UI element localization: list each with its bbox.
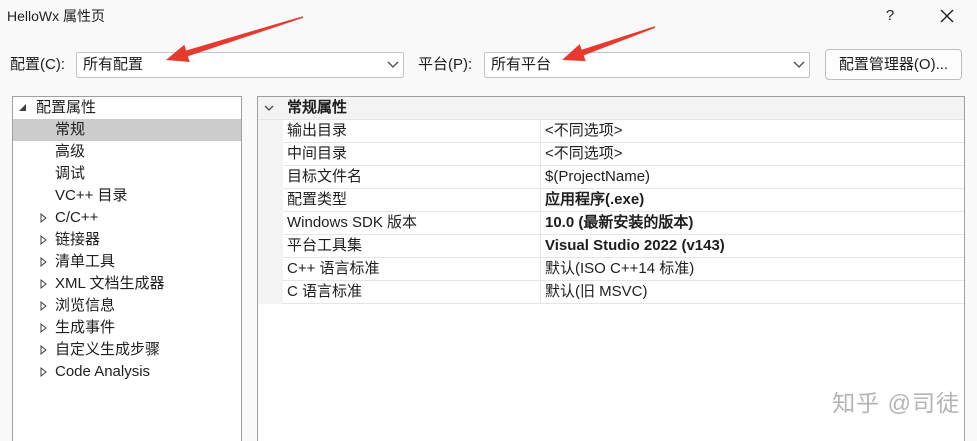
tree-item-label: XML 文档生成器 [55, 275, 165, 292]
row-margin [258, 143, 283, 166]
tree-item-label: Code Analysis [55, 363, 151, 380]
property-name: C++ 语言标准 [283, 258, 541, 281]
tree-item-configuration-properties[interactable]: 配置属性 [13, 97, 241, 119]
tree-item-label: VC++ 目录 [55, 187, 128, 204]
tree-item-xml-document-generator[interactable]: XML 文档生成器 [13, 273, 241, 295]
tree-item-c-cpp[interactable]: C/C++ [13, 207, 241, 229]
property-value[interactable]: 默认(ISO C++14 标准) [541, 258, 964, 281]
row-margin [258, 189, 283, 212]
tree-item-label: 自定义生成步骤 [55, 341, 161, 358]
row-margin [258, 212, 283, 235]
category-tree: 配置属性 常规 高级 调试 VC++ 目录 C/C++ 链接器 清单工具 XML… [12, 96, 242, 441]
tree-item-label: 调试 [55, 165, 86, 182]
property-name: 中间目录 [283, 143, 541, 166]
platform-dropdown-value: 所有平台 [491, 56, 552, 73]
collapsed-triangle-icon[interactable] [40, 257, 47, 267]
chevron-down-icon[interactable] [264, 105, 274, 111]
configuration-toolbar: 配置(C): 所有配置 平台(P): 所有平台 配置管理器(O)... [0, 40, 977, 88]
window-title: HelloWx 属性页 [7, 8, 106, 24]
tree-item-label: 链接器 [55, 231, 101, 248]
category-header-general-properties[interactable]: 常规属性 [258, 97, 964, 120]
property-pages-dialog: HelloWx 属性页 ? 配置(C): 所有配置 平台(P): 所有平台 配置… [0, 0, 977, 441]
property-value[interactable]: 默认(旧 MSVC) [541, 281, 964, 304]
tree-item-label: 生成事件 [55, 319, 116, 336]
tree-item-label: 常规 [55, 121, 86, 138]
prop-row-windows-sdk-version[interactable]: Windows SDK 版本 10.0 (最新安装的版本) [258, 212, 964, 235]
tree-item-code-analysis[interactable]: Code Analysis [13, 361, 241, 383]
prop-row-configuration-type[interactable]: 配置类型 应用程序(.exe) [258, 189, 964, 212]
row-margin [258, 258, 283, 281]
property-name: 输出目录 [283, 120, 541, 143]
watermark: 知乎 @司徒 [832, 390, 960, 416]
collapsed-triangle-icon[interactable] [40, 235, 47, 245]
platform-label: 平台(P): [418, 56, 473, 73]
chevron-down-icon[interactable] [793, 61, 805, 69]
close-button[interactable] [935, 4, 959, 28]
property-name: Windows SDK 版本 [283, 212, 541, 235]
tree-item-label: 高级 [55, 143, 86, 160]
property-value[interactable]: Visual Studio 2022 (v143) [541, 235, 964, 258]
property-value[interactable]: <不同选项> [541, 120, 964, 143]
tree-item-vc-directories[interactable]: VC++ 目录 [13, 185, 241, 207]
collapsed-triangle-icon[interactable] [40, 367, 47, 377]
tree-item-build-events[interactable]: 生成事件 [13, 317, 241, 339]
collapsed-triangle-icon[interactable] [40, 213, 47, 223]
property-name: 目标文件名 [283, 166, 541, 189]
property-name: 平台工具集 [283, 235, 541, 258]
tree-item-browse-information[interactable]: 浏览信息 [13, 295, 241, 317]
prop-row-c-language-standard[interactable]: C 语言标准 默认(旧 MSVC) [258, 281, 964, 304]
property-value[interactable]: 10.0 (最新安装的版本) [541, 212, 964, 235]
property-value[interactable]: <不同选项> [541, 143, 964, 166]
tree-item-manifest-tool[interactable]: 清单工具 [13, 251, 241, 273]
prop-row-target-name[interactable]: 目标文件名 $(ProjectName) [258, 166, 964, 189]
platform-dropdown[interactable]: 所有平台 [484, 52, 810, 78]
prop-row-platform-toolset[interactable]: 平台工具集 Visual Studio 2022 (v143) [258, 235, 964, 258]
prop-row-output-directory[interactable]: 输出目录 <不同选项> [258, 120, 964, 143]
close-icon [940, 9, 954, 23]
title-bar: HelloWx 属性页 ? [0, 0, 977, 34]
tree-item-debugging[interactable]: 调试 [13, 163, 241, 185]
collapsed-triangle-icon[interactable] [40, 345, 47, 355]
configuration-label: 配置(C): [10, 56, 65, 73]
tree-item-label: 清单工具 [55, 253, 116, 270]
property-value[interactable]: $(ProjectName) [541, 166, 964, 189]
row-margin [258, 281, 283, 304]
expanded-triangle-icon[interactable] [19, 103, 27, 112]
tree-item-custom-build-step[interactable]: 自定义生成步骤 [13, 339, 241, 361]
prop-row-intermediate-directory[interactable]: 中间目录 <不同选项> [258, 143, 964, 166]
property-value[interactable]: 应用程序(.exe) [541, 189, 964, 212]
chevron-down-icon[interactable] [387, 61, 399, 69]
tree-item-linker[interactable]: 链接器 [13, 229, 241, 251]
help-button[interactable]: ? [878, 4, 902, 28]
row-margin [258, 166, 283, 189]
collapsed-triangle-icon[interactable] [40, 279, 47, 289]
category-label: 常规属性 [287, 99, 348, 116]
help-icon: ? [885, 7, 895, 24]
property-name: 配置类型 [283, 189, 541, 212]
row-margin [258, 235, 283, 258]
configuration-dropdown-value: 所有配置 [83, 56, 144, 73]
tree-item-advanced[interactable]: 高级 [13, 141, 241, 163]
prop-row-cpp-language-standard[interactable]: C++ 语言标准 默认(ISO C++14 标准) [258, 258, 964, 281]
tree-item-label: 浏览信息 [55, 297, 116, 314]
tree-item-label: C/C++ [55, 209, 99, 226]
collapsed-triangle-icon[interactable] [40, 323, 47, 333]
tree-item-label: 配置属性 [36, 99, 97, 116]
configuration-dropdown[interactable]: 所有配置 [76, 52, 404, 78]
tree-item-general[interactable]: 常规 [13, 119, 241, 141]
property-name: C 语言标准 [283, 281, 541, 304]
configuration-manager-button[interactable]: 配置管理器(O)... [825, 49, 962, 80]
collapsed-triangle-icon[interactable] [40, 301, 47, 311]
row-margin [258, 120, 283, 143]
